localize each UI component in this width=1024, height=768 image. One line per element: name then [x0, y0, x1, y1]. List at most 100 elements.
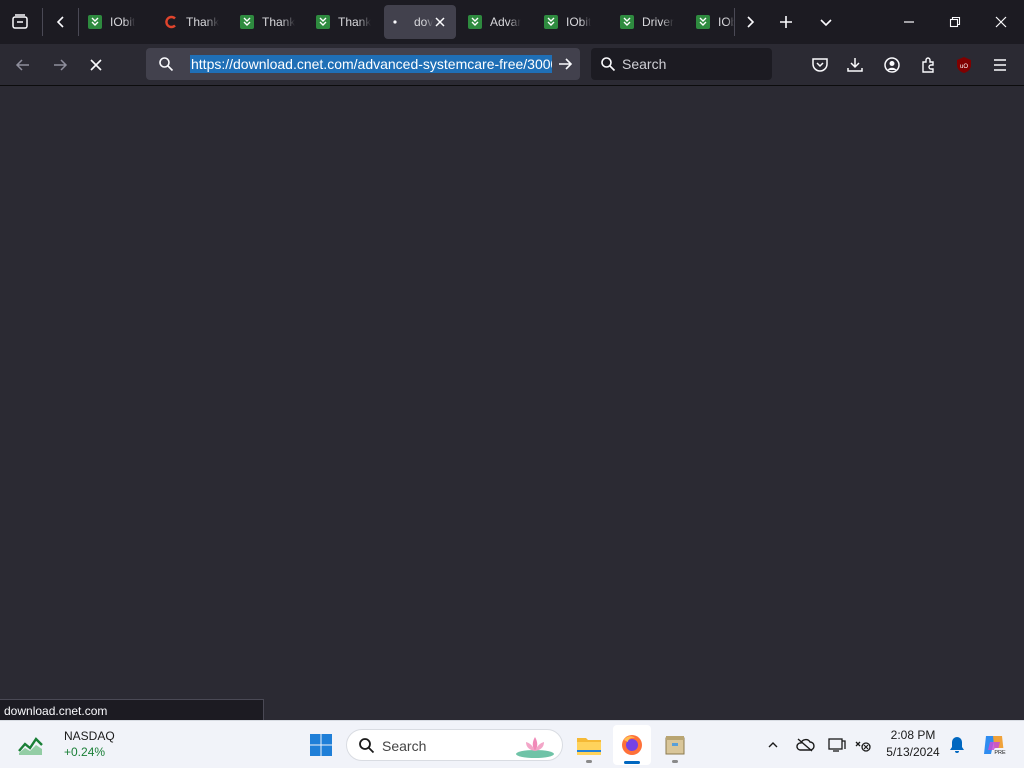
extensions-button[interactable] — [913, 50, 943, 80]
pocket-button[interactable] — [805, 50, 835, 80]
web-search-box[interactable]: Search — [591, 48, 772, 80]
active-indicator — [624, 761, 640, 764]
minimize-button[interactable] — [886, 0, 932, 44]
downloads-button[interactable] — [840, 50, 870, 80]
tab-label: IObit — [110, 15, 136, 29]
ublock-button[interactable]: uO — [949, 50, 979, 80]
tab-label: dov — [414, 15, 434, 29]
tab-label: Thank — [262, 15, 296, 29]
copilot-icon: PRE — [984, 736, 1006, 756]
ublock-icon: uO — [957, 57, 971, 73]
iobit-icon — [88, 15, 102, 29]
firefox-taskbar-button[interactable] — [613, 725, 651, 765]
stock-ticker-widget[interactable]: NASDAQ +0.24% — [14, 729, 164, 761]
onedrive-tray-button[interactable] — [793, 733, 817, 757]
page-content-area[interactable] — [0, 86, 1024, 720]
svg-text:uO: uO — [960, 64, 968, 70]
list-all-tabs-button[interactable] — [810, 0, 842, 44]
ticker-change: +0.24% — [64, 745, 106, 759]
clock-time: 2:08 PM — [890, 728, 936, 742]
chevron-right-icon — [747, 16, 755, 28]
tab-download-active[interactable]: dov — [384, 5, 456, 39]
tab-thank-3[interactable]: Thank — [308, 5, 380, 39]
search-icon — [358, 737, 375, 759]
iobit-icon — [696, 15, 710, 29]
close-icon — [90, 59, 102, 71]
tab-thank-2[interactable]: Thank — [232, 5, 304, 39]
close-tab-button[interactable] — [432, 14, 448, 30]
tab-advanced[interactable]: Advar — [460, 5, 532, 39]
file-explorer-taskbar-button[interactable] — [572, 727, 606, 763]
download-icon — [847, 58, 863, 72]
windows-logo-icon — [310, 734, 332, 756]
stop-loading-button[interactable] — [81, 50, 111, 80]
back-button[interactable] — [8, 50, 38, 80]
tab-thank-1[interactable]: Thank — [156, 5, 228, 39]
tab-iobit-2[interactable]: IObit — [536, 5, 608, 39]
iobit-icon — [544, 15, 558, 29]
iobit-icon — [240, 15, 254, 29]
close-icon — [435, 17, 445, 27]
display-tray-button[interactable] — [825, 733, 849, 757]
chevron-down-icon — [820, 19, 832, 27]
svg-text:PRE: PRE — [994, 750, 1006, 756]
tab-iobit-3[interactable]: IOb — [688, 5, 734, 39]
show-hidden-icons-button[interactable] — [762, 733, 784, 757]
tab-label: IObit — [566, 15, 592, 29]
link-status-bar: download.cnet.com — [0, 699, 264, 721]
account-button[interactable] — [877, 50, 907, 80]
chevron-up-icon — [768, 742, 778, 748]
tab-label: Thank — [186, 15, 220, 29]
archive-app-taskbar-button[interactable] — [658, 727, 692, 763]
new-tab-button[interactable] — [770, 0, 802, 44]
tab-strip-divider — [78, 8, 79, 36]
tab-label: Thank — [338, 15, 372, 29]
bell-icon — [950, 737, 964, 753]
network-disconnected-icon — [855, 741, 871, 752]
arrow-left-icon — [15, 59, 29, 71]
url-field[interactable]: https://download.cnet.com/advanced-syste… — [190, 55, 552, 73]
taskbar-search-box[interactable]: Search — [346, 729, 563, 761]
firefox-view-icon — [12, 14, 28, 29]
go-arrow-icon[interactable] — [557, 56, 573, 77]
tab-iobit-1[interactable]: IObit — [80, 5, 152, 39]
taskbar-search-placeholder: Search — [382, 738, 427, 754]
arrow-right-icon — [54, 59, 68, 71]
tab-strip: IObit Thank Thank Thank dov Advar IObit … — [0, 0, 1024, 44]
copilot-button[interactable]: PRE — [978, 729, 1010, 761]
ticker-name: NASDAQ — [64, 729, 115, 743]
tab-driver[interactable]: Driver — [612, 5, 684, 39]
loading-dot-icon — [392, 15, 406, 29]
restore-button[interactable] — [932, 0, 978, 44]
scroll-tabs-right-button[interactable] — [736, 0, 764, 44]
search-icon — [600, 56, 616, 77]
search-icon — [158, 56, 174, 77]
stock-chart-icon — [18, 737, 43, 755]
scroll-tabs-left-button[interactable] — [46, 0, 76, 44]
running-indicator — [586, 760, 592, 763]
navigation-toolbar: https://download.cnet.com/advanced-syste… — [0, 44, 1024, 86]
clock-button[interactable]: 2:08 PM 5/13/2024 — [880, 727, 946, 761]
plus-icon — [780, 16, 792, 28]
lotus-flower-icon — [514, 733, 556, 764]
close-window-button[interactable] — [978, 0, 1024, 44]
windows-taskbar: NASDAQ +0.24% Search 2:08 PM 5/13/2024 P… — [0, 720, 1024, 768]
account-icon — [884, 57, 900, 73]
tab-strip-divider — [734, 8, 735, 36]
start-button[interactable] — [305, 729, 337, 761]
address-bar[interactable]: https://download.cnet.com/advanced-syste… — [146, 48, 580, 80]
folder-icon — [577, 738, 601, 755]
puzzle-icon — [922, 57, 934, 73]
iobit-icon — [620, 15, 634, 29]
forward-button[interactable] — [45, 50, 75, 80]
running-indicator — [672, 760, 678, 763]
firefox-view-button[interactable] — [0, 0, 40, 44]
iobit-icon — [468, 15, 482, 29]
web-search-placeholder: Search — [622, 56, 667, 72]
notifications-button[interactable] — [946, 733, 968, 757]
tab-label: Driver — [642, 15, 674, 29]
network-tray-button[interactable] — [851, 733, 875, 757]
tab-label: IOb — [718, 15, 734, 29]
close-icon — [995, 16, 1007, 28]
app-menu-button[interactable] — [985, 50, 1015, 80]
